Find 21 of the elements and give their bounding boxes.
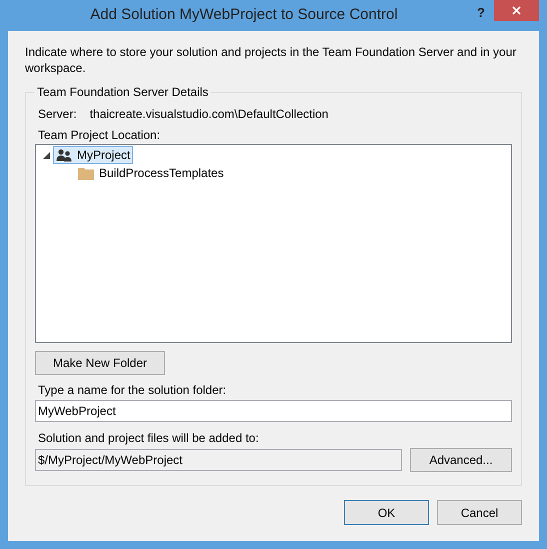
tree-item[interactable]: BuildProcessTemplates (75, 164, 227, 182)
location-label: Team Project Location: (37, 127, 162, 143)
server-label: Server: (38, 106, 77, 122)
expander-icon[interactable] (42, 152, 50, 158)
folder-name-field[interactable]: MyWebProject (35, 400, 512, 422)
tree-item[interactable]: MyProject (53, 146, 134, 164)
window-title: Add Solution MyWebProject to Source Control (89, 5, 399, 26)
dialog-button[interactable]: Cancel (437, 500, 522, 525)
advanced-button[interactable]: Advanced... (410, 448, 512, 472)
dialog-button[interactable]: OK (344, 500, 429, 525)
path-field[interactable]: $/MyProject/MyWebProject (35, 449, 402, 471)
people-icon (56, 148, 72, 162)
close-icon (512, 6, 521, 15)
folder-icon (78, 166, 94, 180)
make-new-folder-button[interactable]: Make New Folder (35, 351, 165, 375)
help-button[interactable]: ? (468, 2, 494, 22)
close-button[interactable] (494, 0, 539, 21)
intro-text: Indicate where to store your solution and projects in the Team Foundation Server and in your workspace. (25, 44, 518, 76)
folder-name-label: Type a name for the solution folder: (37, 382, 228, 398)
path-label: Solution and project files will be added to: (37, 430, 260, 446)
server-value: thaicreate.visualstudio.com\DefaultCollection (90, 106, 328, 122)
